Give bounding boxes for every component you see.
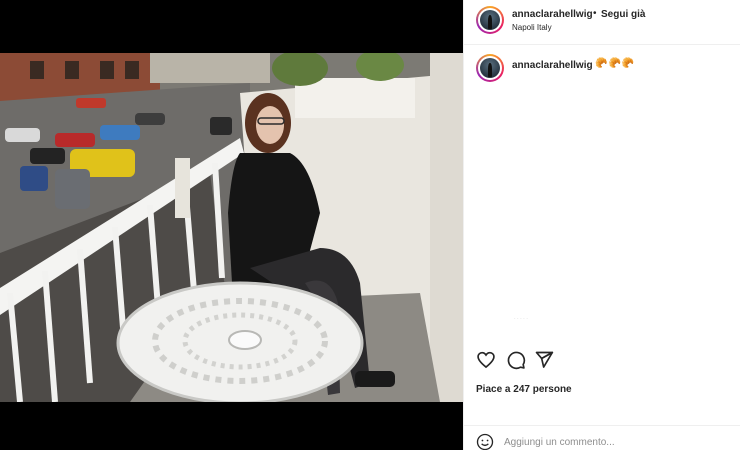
header-separator: • <box>593 8 597 19</box>
comment-icon[interactable] <box>506 350 526 370</box>
post-photo[interactable] <box>0 53 463 402</box>
paper-plane-icon[interactable] <box>534 350 554 370</box>
caption-text: 🥐🥐🥐 <box>595 58 636 69</box>
post-actions <box>464 350 740 374</box>
following-button[interactable]: Segui già <box>601 9 645 20</box>
heart-icon[interactable] <box>476 350 496 370</box>
comment-input[interactable] <box>504 435 724 449</box>
comment-bar <box>464 425 740 450</box>
author-avatar[interactable] <box>476 6 504 34</box>
post-photo-illustration <box>0 53 463 402</box>
post-sidebar: annaclarahellwig • Segui già Napoli Ital… <box>463 0 740 450</box>
caption-avatar[interactable] <box>476 54 504 82</box>
post-header: annaclarahellwig • Segui già Napoli Ital… <box>464 0 740 45</box>
post-location[interactable]: Napoli Italy <box>512 23 552 32</box>
likes-count[interactable]: Piace a 247 persone <box>476 384 572 395</box>
caption-username[interactable]: annaclarahellwig <box>512 60 593 71</box>
faded-comment: · · · · · <box>514 316 528 322</box>
smiley-icon[interactable] <box>476 433 494 450</box>
author-username[interactable]: annaclarahellwig <box>512 9 593 20</box>
photo-pane <box>0 0 463 450</box>
